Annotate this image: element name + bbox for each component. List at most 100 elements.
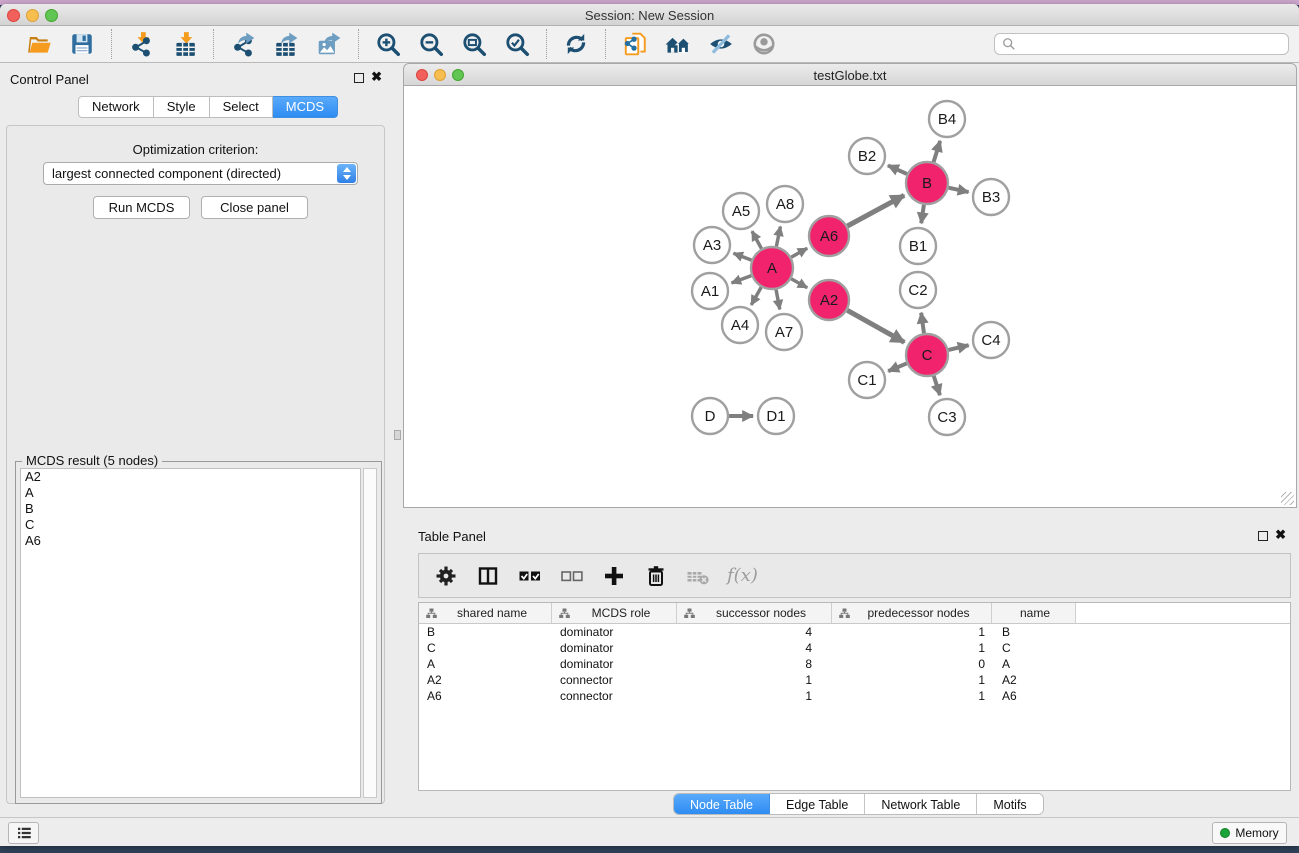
tab-style[interactable]: Style <box>154 96 210 118</box>
edge-A-A1[interactable] <box>732 276 752 283</box>
table-cell[interactable] <box>1076 640 1290 656</box>
export-image-icon[interactable] <box>315 30 343 58</box>
table-row[interactable]: A6connector11A6 <box>419 688 1290 704</box>
network-window-titlebar[interactable]: testGlobe.txt <box>403 63 1297 86</box>
unselect-all-columns-icon[interactable] <box>559 563 585 589</box>
column-view-icon[interactable] <box>475 563 501 589</box>
app-titlebar[interactable]: Session: New Session <box>0 4 1299 26</box>
table-cell[interactable] <box>1076 688 1290 704</box>
preview-eye-icon[interactable] <box>750 30 778 58</box>
edge-A-A5[interactable] <box>752 231 762 248</box>
table-cell[interactable]: 1 <box>832 624 992 640</box>
table-cell[interactable]: 1 <box>677 672 832 688</box>
table-cell[interactable]: A6 <box>992 688 1076 704</box>
table-cell[interactable]: B <box>992 624 1076 640</box>
hide-panels-eye-icon[interactable] <box>707 30 735 58</box>
close-panel-icon[interactable]: ✖ <box>371 70 382 84</box>
edge-C-C2[interactable] <box>921 313 924 333</box>
open-session-folder-icon[interactable] <box>25 30 53 58</box>
table-settings-gear-icon[interactable] <box>433 563 459 589</box>
import-table-icon[interactable] <box>170 30 198 58</box>
table-cell[interactable]: A <box>419 656 552 672</box>
run-mcds-button[interactable]: Run MCDS <box>93 196 190 219</box>
home-views-icon[interactable] <box>664 30 692 58</box>
table-row[interactable]: Bdominator41B <box>419 624 1290 640</box>
edge-A6-B[interactable] <box>847 195 904 226</box>
tab-network[interactable]: Network <box>78 96 154 118</box>
table-cell[interactable]: A2 <box>419 672 552 688</box>
memory-button[interactable]: Memory <box>1212 822 1287 844</box>
table-cell[interactable]: A6 <box>419 688 552 704</box>
refresh-layout-icon[interactable] <box>562 30 590 58</box>
network-canvas[interactable]: B4B2BB3A8A5A6A3B1AA1C2A2A4A7C4CC1DC3D1 <box>403 86 1297 508</box>
edge-A-A3[interactable] <box>733 253 751 260</box>
zoom-out-icon[interactable] <box>417 30 445 58</box>
table-close-panel-icon[interactable]: ✖ <box>1275 528 1286 542</box>
zoom-in-icon[interactable] <box>374 30 402 58</box>
table-float-panel-icon[interactable] <box>1258 531 1268 541</box>
tab-motifs[interactable]: Motifs <box>977 794 1042 814</box>
mcds-result-item[interactable]: A6 <box>21 533 360 549</box>
table-cell[interactable]: B <box>419 624 552 640</box>
delete-column-icon[interactable] <box>643 563 669 589</box>
edge-B-B1[interactable] <box>921 205 924 223</box>
table-cell[interactable]: 0 <box>832 656 992 672</box>
edge-A-A7[interactable] <box>776 290 780 310</box>
tab-mcds[interactable]: MCDS <box>273 96 338 118</box>
column-header-predecessor-nodes[interactable]: predecessor nodes <box>832 603 992 624</box>
edge-A-A2[interactable] <box>791 279 807 288</box>
task-history-button[interactable] <box>8 822 39 844</box>
mcds-result-item[interactable]: B <box>21 501 360 517</box>
optimization-criterion-select[interactable]: largest connected component (directed) <box>43 162 358 185</box>
zoom-selected-icon[interactable] <box>503 30 531 58</box>
add-column-icon[interactable] <box>601 563 627 589</box>
table-row[interactable]: Cdominator41C <box>419 640 1290 656</box>
table-cell[interactable]: 1 <box>677 688 832 704</box>
table-cell[interactable]: connector <box>552 688 677 704</box>
edge-A-A6[interactable] <box>791 248 807 257</box>
edge-B-B3[interactable] <box>948 188 968 192</box>
column-header-shared-name[interactable]: shared name <box>419 603 552 624</box>
table-cell[interactable]: A <box>992 656 1076 672</box>
column-header-MCDS-role[interactable]: MCDS role <box>552 603 677 624</box>
table-cell[interactable]: connector <box>552 672 677 688</box>
edge-A-A8[interactable] <box>776 227 780 247</box>
table-cell[interactable]: A2 <box>992 672 1076 688</box>
table-row[interactable]: Adominator80A <box>419 656 1290 672</box>
select-all-columns-icon[interactable] <box>517 563 543 589</box>
float-panel-icon[interactable] <box>354 73 364 83</box>
table-cell[interactable]: C <box>992 640 1076 656</box>
edge-C-C4[interactable] <box>948 345 968 350</box>
zoom-fit-icon[interactable] <box>460 30 488 58</box>
tab-edge-table[interactable]: Edge Table <box>770 794 865 814</box>
split-divider-handle-vertical[interactable] <box>394 430 401 440</box>
save-session-icon[interactable] <box>68 30 96 58</box>
table-cell[interactable]: 1 <box>832 672 992 688</box>
table-cell[interactable]: dominator <box>552 656 677 672</box>
search-input[interactable] <box>1021 35 1288 53</box>
tab-select[interactable]: Select <box>210 96 273 118</box>
table-cell[interactable] <box>1076 672 1290 688</box>
table-cell[interactable]: C <box>419 640 552 656</box>
edge-B-B2[interactable] <box>888 165 907 174</box>
edge-A-A4[interactable] <box>751 287 761 305</box>
table-cell[interactable]: 1 <box>832 688 992 704</box>
table-cell[interactable]: dominator <box>552 640 677 656</box>
window-resize-grip[interactable] <box>1281 492 1294 505</box>
mcds-result-item[interactable]: C <box>21 517 360 533</box>
table-row[interactable]: A2connector11A2 <box>419 672 1290 688</box>
edge-B-B4[interactable] <box>934 141 941 162</box>
close-panel-button[interactable]: Close panel <box>201 196 308 219</box>
edge-C-C1[interactable] <box>888 363 906 371</box>
tab-network-table[interactable]: Network Table <box>865 794 977 814</box>
table-cell[interactable]: 8 <box>677 656 832 672</box>
column-header-successor-nodes[interactable]: successor nodes <box>677 603 832 624</box>
export-table-icon[interactable] <box>272 30 300 58</box>
import-network-icon[interactable] <box>127 30 155 58</box>
table-cell[interactable] <box>1076 624 1290 640</box>
table-cell[interactable]: 4 <box>677 624 832 640</box>
table-cell[interactable] <box>1076 656 1290 672</box>
edge-A2-C[interactable] <box>847 310 904 342</box>
mcds-result-item[interactable]: A2 <box>21 469 360 485</box>
table-cell[interactable]: 4 <box>677 640 832 656</box>
